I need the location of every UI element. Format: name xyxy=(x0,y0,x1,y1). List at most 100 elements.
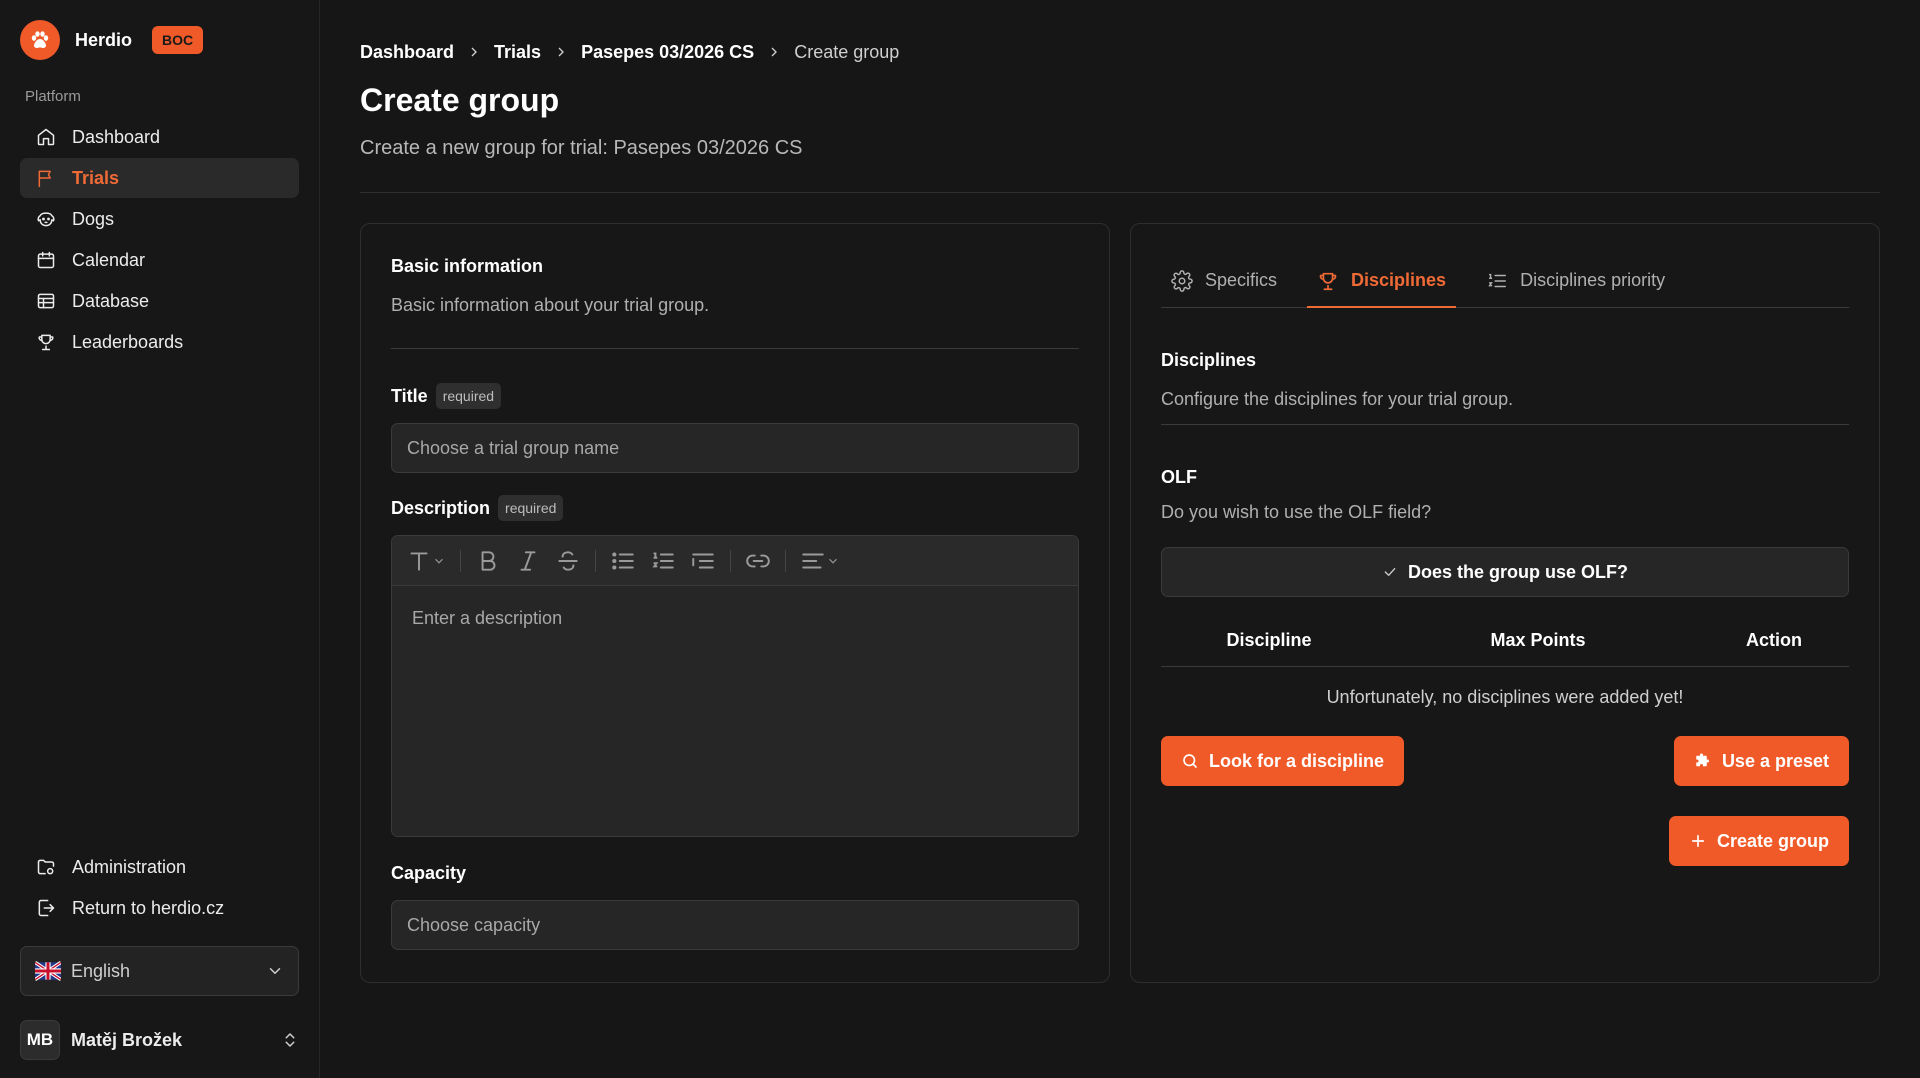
user-menu[interactable]: MB Matěj Brožek xyxy=(20,1020,299,1060)
description-label-text: Description xyxy=(391,497,491,518)
list-icon xyxy=(612,551,634,570)
chevrons-up-down-icon xyxy=(285,1033,295,1047)
plus-icon xyxy=(1691,834,1705,848)
sidebar-item-administration[interactable]: Administration xyxy=(20,847,299,887)
indent-icon xyxy=(692,553,714,568)
home-icon xyxy=(37,128,55,146)
required-badge: required xyxy=(435,383,502,409)
capacity-label: Capacity xyxy=(391,863,1079,884)
sidebar-item-return[interactable]: Return to herdio.cz xyxy=(20,888,299,928)
basic-information-card: Basic information Basic information abou… xyxy=(360,223,1110,983)
uk-flag-icon xyxy=(35,961,61,981)
disciplines-table-header: Discipline Max Points Action xyxy=(1161,615,1849,667)
brand-badge: BOC xyxy=(152,26,204,54)
capacity-input[interactable] xyxy=(391,900,1079,950)
italic-button[interactable] xyxy=(515,548,541,574)
sidebar-bottom-nav: Administration Return to herdio.cz xyxy=(20,847,299,928)
button-label: Create group xyxy=(1716,830,1829,851)
button-label: Use a preset xyxy=(1721,750,1829,771)
link-button[interactable] xyxy=(745,548,771,574)
divider xyxy=(391,348,1079,349)
column-max-points: Max Points xyxy=(1490,630,1586,650)
page-subtitle: Create a new group for trial: Pasepes 03… xyxy=(360,137,803,159)
trophy-icon xyxy=(1319,272,1337,290)
sidebar-item-dashboard[interactable]: Dashboard xyxy=(20,117,299,157)
flag-icon xyxy=(38,170,51,188)
user-name: Matěj Brožek xyxy=(71,1029,183,1050)
page-title: Create group xyxy=(360,82,560,118)
admin-icon xyxy=(37,859,55,875)
tab-label: Disciplines xyxy=(1351,270,1447,290)
title-label-text: Title xyxy=(391,385,428,406)
description-textarea[interactable]: Enter a description xyxy=(392,586,1078,836)
ordered-list-button[interactable] xyxy=(650,548,676,574)
bullet-list-button[interactable] xyxy=(610,548,636,574)
breadcrumb-dashboard[interactable]: Dashboard xyxy=(360,42,454,63)
text-style-button[interactable] xyxy=(406,548,446,574)
strikethrough-icon xyxy=(558,550,578,571)
chevron-right-icon xyxy=(771,47,778,57)
capacity-label-text: Capacity xyxy=(391,863,467,883)
breadcrumb-trials[interactable]: Trials xyxy=(494,42,541,63)
bold-button[interactable] xyxy=(475,548,501,574)
divider xyxy=(360,192,1880,193)
sidebar-item-calendar[interactable]: Calendar xyxy=(20,240,299,280)
olf-toggle-button[interactable]: Does the group use OLF? xyxy=(1161,547,1849,597)
main-content: Dashboard Trials Pasepes 03/2026 CS Crea… xyxy=(320,0,1920,1078)
sidebar-item-label: Administration xyxy=(72,856,187,877)
sidebar-item-leaderboards[interactable]: Leaderboards xyxy=(20,322,299,362)
create-group-button[interactable]: Create group xyxy=(1668,816,1849,866)
chevron-right-icon xyxy=(558,47,565,57)
tab-specifics[interactable]: Specifics xyxy=(1161,254,1287,307)
look-for-discipline-button[interactable]: Look for a discipline xyxy=(1161,736,1405,786)
description-editor: Enter a description xyxy=(391,535,1079,837)
align-left-icon xyxy=(802,553,824,568)
tab-label: Specifics xyxy=(1205,270,1278,290)
strikethrough-button[interactable] xyxy=(555,548,581,574)
sidebar-item-label: Return to herdio.cz xyxy=(72,897,225,918)
gear-icon xyxy=(1171,269,1193,292)
sidebar-item-label: Dogs xyxy=(72,208,115,229)
tabs: Specifics Disciplines Disciplines priori… xyxy=(1161,254,1849,308)
exit-icon xyxy=(38,899,55,917)
language-select[interactable]: English xyxy=(20,946,299,996)
sidebar-item-dogs[interactable]: Dogs xyxy=(20,199,299,239)
tab-label: Disciplines priority xyxy=(1520,270,1666,290)
disciplines-card: Specifics Disciplines Disciplines priori… xyxy=(1130,223,1880,983)
disciplines-description: Configure the disciplines for your trial… xyxy=(1161,389,1514,409)
sidebar-item-label: Dashboard xyxy=(72,126,161,147)
chevron-down-icon xyxy=(435,558,443,564)
trophy-icon xyxy=(38,334,54,351)
sidebar-nav: Dashboard Trials Dogs Calendar Database … xyxy=(20,117,299,362)
olf-toggle-label: Does the group use OLF? xyxy=(1407,561,1628,582)
list-ordered-icon xyxy=(652,551,674,568)
dog-icon xyxy=(37,212,55,227)
card-description: Basic information about your trial group… xyxy=(391,295,710,315)
bold-icon xyxy=(481,550,496,571)
paw-logo-icon xyxy=(20,20,60,60)
sidebar-item-label: Database xyxy=(72,290,150,311)
puzzle-icon xyxy=(1696,753,1709,767)
sidebar-item-database[interactable]: Database xyxy=(20,281,299,321)
sidebar-item-trials[interactable]: Trials xyxy=(20,158,299,198)
column-discipline: Discipline xyxy=(1226,630,1312,650)
title-label: Title required xyxy=(391,383,1079,409)
column-action: Action xyxy=(1746,630,1802,650)
avatar: MB xyxy=(20,1020,60,1060)
italic-icon xyxy=(520,550,536,571)
description-label: Description required xyxy=(391,495,1079,521)
sidebar-item-label: Calendar xyxy=(72,249,146,270)
tab-disciplines-priority[interactable]: Disciplines priority xyxy=(1476,254,1675,307)
chevron-right-icon xyxy=(471,47,477,57)
tab-disciplines[interactable]: Disciplines xyxy=(1307,254,1457,308)
chevron-down-icon xyxy=(829,558,837,564)
align-button[interactable] xyxy=(800,548,840,574)
use-preset-button[interactable]: Use a preset xyxy=(1673,736,1849,786)
sidebar: Herdio BOC Platform Dashboard Trials Dog… xyxy=(0,0,320,1078)
check-icon xyxy=(1384,568,1396,576)
title-input[interactable] xyxy=(391,423,1079,473)
brand[interactable]: Herdio BOC xyxy=(20,20,299,60)
indent-button[interactable] xyxy=(690,548,716,574)
breadcrumb-trial[interactable]: Pasepes 03/2026 CS xyxy=(581,42,754,63)
section-label-platform: Platform xyxy=(25,88,81,105)
